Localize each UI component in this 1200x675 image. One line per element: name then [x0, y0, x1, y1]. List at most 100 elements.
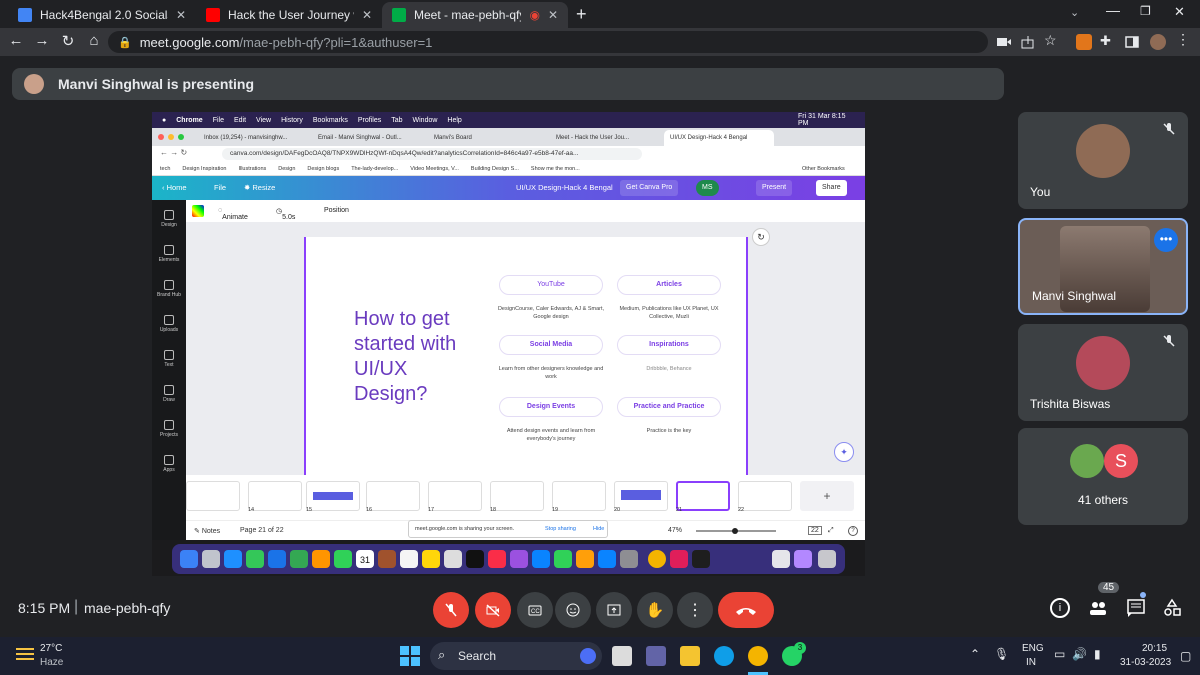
canva-top-bar: ‹ Home File ✸ Resize UI/UX Design-Hack 4…: [152, 176, 865, 200]
raise-hand-button[interactable]: ✋: [637, 592, 673, 628]
magic-icon: ✦: [834, 442, 854, 462]
people-button[interactable]: [1088, 598, 1108, 623]
battery-icon[interactable]: ▮: [1094, 647, 1101, 661]
back-button[interactable]: ←: [6, 32, 26, 49]
chat-button[interactable]: [1126, 598, 1146, 623]
reminders-icon: [400, 550, 418, 568]
edge-icon[interactable]: [714, 646, 734, 666]
extensions-icon[interactable]: ✚: [1100, 33, 1116, 49]
reactions-button[interactable]: [555, 592, 591, 628]
profile-avatar[interactable]: [1150, 34, 1166, 50]
camera-off-icon: [486, 604, 500, 617]
canva-side-design: Design: [152, 210, 186, 228]
canva-resize: ✸ Resize: [244, 183, 276, 192]
address-bar[interactable]: 🔒 meet.google.com/mae-pebh-qfy?pli=1&aut…: [108, 31, 988, 53]
slide-thumb-selected: [676, 481, 730, 511]
figma-icon: [692, 550, 710, 568]
close-icon[interactable]: ✕: [176, 8, 186, 22]
slide-thumb: [186, 481, 240, 511]
canva-sidebar: Design Elements Brand Hub Uploads Text D…: [152, 200, 186, 540]
podcasts-icon: [510, 550, 528, 568]
meeting-info-icon[interactable]: i: [1050, 598, 1070, 618]
notification-icon[interactable]: ▢: [1180, 649, 1191, 663]
canva-side-brand: Brand Hub: [152, 280, 186, 298]
safari-icon: [224, 550, 242, 568]
avatar: [1070, 444, 1104, 478]
close-icon[interactable]: ✕: [548, 8, 558, 22]
photos-icon: [312, 550, 330, 568]
bookmark-star-icon[interactable]: ☆: [1044, 32, 1060, 48]
close-window-button[interactable]: ✕: [1174, 4, 1185, 20]
tab-hack-user-journey[interactable]: Hack the User Journey with UI/U ✕: [196, 2, 382, 28]
haze-weather-icon: [14, 645, 36, 663]
tab-meet[interactable]: Meet - mae-pebh-qfy ◉ ✕: [382, 2, 568, 28]
camera-toggle-button[interactable]: [475, 592, 511, 628]
contacts-icon: [378, 550, 396, 568]
slide-desc: Medium, Publications like UX Planet, UX …: [619, 306, 719, 320]
forward-button[interactable]: →: [32, 32, 52, 49]
docs-icon: [18, 8, 32, 22]
mic-tray-icon[interactable]: 🎙: [994, 647, 1009, 661]
freeform-icon: [444, 550, 462, 568]
close-icon[interactable]: ✕: [362, 8, 372, 22]
task-view-icon[interactable]: [612, 646, 632, 666]
inner-nav-icons: ← → ↻: [160, 148, 188, 157]
taskbar-search[interactable]: ⌕ Search: [430, 642, 602, 670]
browser-toolbar: ← → ↻ ⌂ 🔒 meet.google.com/mae-pebh-qfy?p…: [0, 28, 1200, 56]
notes-icon: [422, 550, 440, 568]
clock-time[interactable]: 20:15: [1142, 643, 1167, 654]
whatsapp-badge: 3: [794, 642, 806, 654]
language-in: IN: [1026, 657, 1036, 668]
slide-thumb: [248, 481, 302, 511]
more-options-button[interactable]: ⋮: [677, 592, 713, 628]
canva-grid-count: 22: [808, 526, 822, 535]
windows-start-icon[interactable]: [400, 646, 420, 671]
participant-tile-you[interactable]: You: [1018, 112, 1188, 209]
mic-toggle-button[interactable]: [433, 592, 469, 628]
network-icon[interactable]: ▭: [1054, 647, 1065, 661]
canva-present: Present: [756, 180, 793, 196]
new-tab-button[interactable]: +: [576, 4, 587, 25]
meeting-code: mae-pebh-qfy: [84, 600, 171, 616]
share-page-icon[interactable]: [1020, 34, 1036, 50]
chrome-taskbar-icon[interactable]: [748, 646, 768, 666]
minimize-button[interactable]: —: [1106, 2, 1120, 18]
side-panel-icon[interactable]: [1124, 34, 1140, 50]
tab-hack4bengal-socials[interactable]: Hack4Bengal 2.0 Socials - Googl ✕: [8, 2, 196, 28]
slide-desc: Practice is the key: [646, 428, 692, 434]
mac-minimize-dot: [168, 134, 174, 140]
home-button[interactable]: ⌂: [84, 32, 104, 49]
settings-icon: [620, 550, 638, 568]
participant-tile-manvi[interactable]: ••• Manvi Singhwal: [1018, 218, 1188, 315]
teams-icon[interactable]: [646, 646, 666, 666]
inner-tab-active: UI/UX Design-Hack 4 Bengal: [664, 130, 774, 146]
language-eng[interactable]: ENG: [1022, 643, 1044, 654]
apple-icon: ●: [162, 116, 167, 124]
mail-icon: [268, 550, 286, 568]
file-explorer-icon[interactable]: [680, 646, 700, 666]
reload-button[interactable]: ↻: [58, 32, 78, 50]
present-now-button[interactable]: [596, 592, 632, 628]
slide-desc: DesignCourse, Caler Edwards, AJ & Smart,…: [497, 306, 605, 320]
volume-icon[interactable]: 🔊: [1072, 647, 1087, 661]
mac-close-dot: [158, 134, 164, 140]
camera-icon[interactable]: [996, 34, 1012, 50]
participant-tile-others[interactable]: S 41 others: [1018, 428, 1188, 525]
maps-icon: [290, 550, 308, 568]
canva-side-apps: Apps: [152, 455, 186, 473]
activities-button[interactable]: [1162, 598, 1182, 623]
participant-tile-trishita[interactable]: Trishita Biswas: [1018, 324, 1188, 421]
chevron-up-icon[interactable]: ⌃: [970, 647, 980, 661]
metamask-extension-icon[interactable]: [1076, 34, 1092, 50]
restore-button[interactable]: ❐: [1140, 4, 1151, 18]
slack-icon: [670, 550, 688, 568]
activities-icon: [1164, 598, 1181, 616]
mic-off-icon: [1163, 335, 1175, 347]
captions-button[interactable]: CC: [517, 592, 553, 628]
sharing-toast: meet.google.com is sharing your screen. …: [408, 520, 608, 538]
tab-search-icon[interactable]: ⌄: [1070, 6, 1079, 19]
menu-icon[interactable]: ⋮: [1176, 31, 1192, 47]
slide-pill-practice: Practice and Practice: [617, 397, 721, 417]
leave-call-button[interactable]: [718, 592, 774, 628]
launchpad-icon: [202, 550, 220, 568]
